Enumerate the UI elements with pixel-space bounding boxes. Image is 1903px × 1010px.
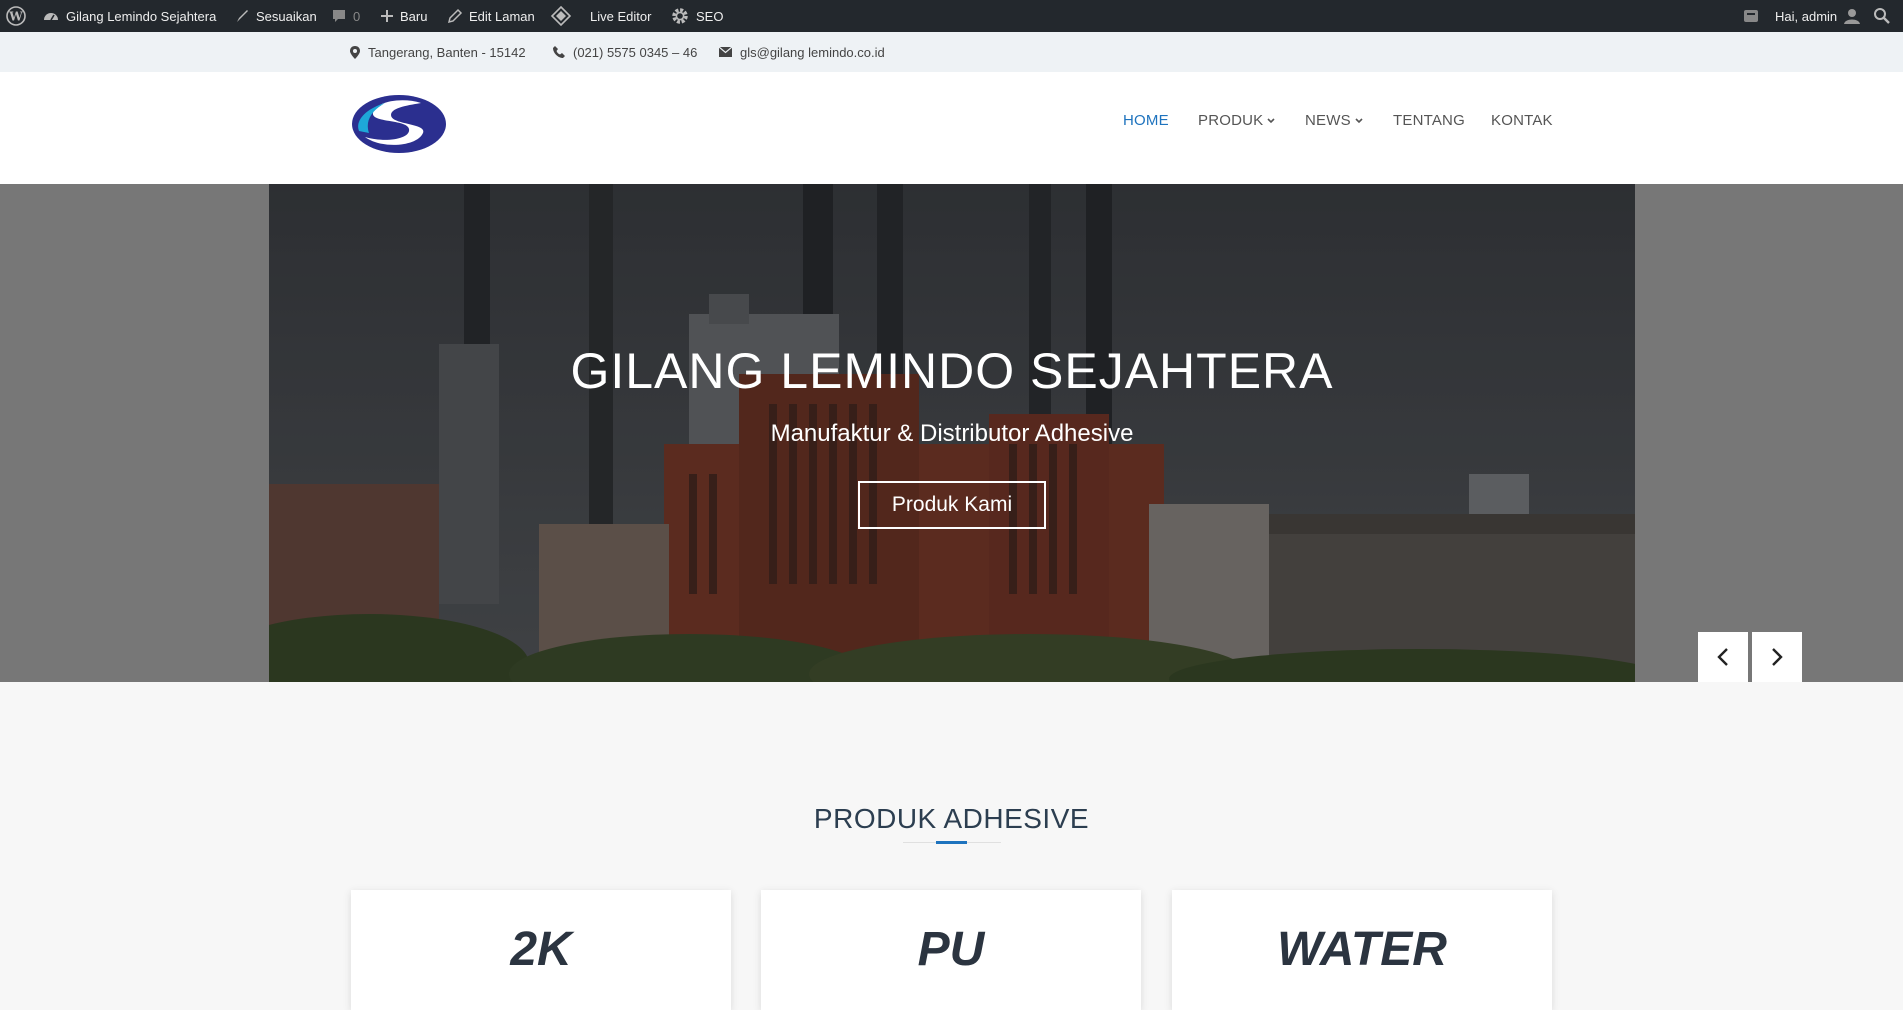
svg-text:W: W: [8, 10, 23, 24]
product-card-pu[interactable]: PU: [761, 890, 1141, 1010]
customize-link[interactable]: Sesuaikan: [234, 0, 317, 32]
contact-info-bar: Tangerang, Banten - 15142 (021) 5575 034…: [0, 32, 1903, 72]
notification-icon[interactable]: [1743, 0, 1759, 32]
location-info: Tangerang, Banten - 15142: [350, 32, 526, 72]
nav-kontak[interactable]: KONTAK: [1491, 112, 1553, 129]
phone-icon: [553, 46, 565, 58]
product-card-title: WATER: [1277, 923, 1447, 976]
live-editor-label: Live Editor: [590, 8, 652, 24]
product-card-2k[interactable]: 2K: [351, 890, 731, 1010]
hero-title: GILANG LEMINDO SEJAHTERA: [570, 343, 1334, 399]
company-logo[interactable]: [351, 93, 447, 155]
search-icon[interactable]: [1873, 0, 1891, 32]
edit-page-label: Edit Laman: [469, 8, 535, 24]
brush-icon: [237, 10, 248, 22]
title-divider-accent: [936, 841, 967, 844]
nav-produk[interactable]: PRODUK: [1198, 112, 1275, 129]
pencil-icon: [447, 8, 463, 24]
comment-icon: [333, 10, 345, 22]
chevron-left-icon: [1717, 648, 1728, 666]
email-info: gls@gilang lemindo.co.id: [719, 32, 885, 72]
nav-home[interactable]: HOME: [1123, 112, 1169, 129]
hero-slider: GILANG LEMINDO SEJAHTERA Manufaktur & Di…: [269, 184, 1635, 682]
nav-news[interactable]: NEWS: [1305, 112, 1363, 129]
admin-bar: W Gilang Lemindo Sejahtera Sesuaikan 0 B…: [0, 0, 1903, 32]
diamond-icon: [550, 6, 572, 26]
site-header: HOME PRODUK NEWS TENTANG KONTAK: [0, 72, 1903, 184]
chevron-down-icon: [1267, 117, 1275, 123]
envelope-icon: [719, 47, 732, 57]
nav-tentang-label: TENTANG: [1393, 112, 1465, 129]
gear-icon: [672, 8, 688, 24]
nav-news-label: NEWS: [1305, 112, 1351, 129]
comments-count: 0: [353, 8, 361, 24]
product-card-title: 2K: [510, 923, 572, 976]
dashboard-icon: [44, 13, 58, 21]
new-content-link[interactable]: Baru: [380, 0, 427, 32]
slider-prev-button[interactable]: [1698, 632, 1748, 682]
live-editor-link[interactable]: Live Editor: [550, 0, 651, 32]
account-menu[interactable]: Hai, admin: [1775, 0, 1861, 32]
customize-label: Sesuaikan: [256, 8, 317, 24]
nav-home-label: HOME: [1123, 112, 1169, 129]
seo-link[interactable]: SEO: [670, 0, 723, 32]
new-label: Baru: [400, 8, 428, 24]
chevron-down-icon: [1355, 117, 1363, 123]
location-text: Tangerang, Banten - 15142: [368, 44, 526, 60]
email-text: gls@gilang lemindo.co.id: [740, 44, 885, 60]
admin-site-link[interactable]: Gilang Lemindo Sejahtera: [42, 0, 216, 32]
phone-info: (021) 5575 0345 – 46: [553, 32, 697, 72]
nav-produk-label: PRODUK: [1198, 112, 1264, 129]
greeting-label: Hai, admin: [1775, 8, 1838, 24]
comments-link[interactable]: 0: [331, 0, 360, 32]
slider-next-button[interactable]: [1752, 632, 1802, 682]
product-card-water[interactable]: WATER: [1172, 890, 1552, 1010]
products-section-title: PRODUK ADHESIVE: [813, 803, 1090, 834]
edit-page-link[interactable]: Edit Laman: [447, 0, 535, 32]
site-name-label: Gilang Lemindo Sejahtera: [66, 8, 217, 24]
nav-tentang[interactable]: TENTANG: [1393, 112, 1465, 129]
chevron-right-icon: [1772, 648, 1783, 666]
hero-subtitle: Manufaktur & Distributor Adhesive: [770, 420, 1134, 447]
product-card-title: PU: [917, 923, 985, 976]
user-avatar-icon: [1844, 9, 1861, 24]
seo-label: SEO: [696, 8, 724, 24]
nav-kontak-label: KONTAK: [1491, 112, 1553, 129]
plus-icon: [381, 10, 393, 22]
wordpress-logo-icon[interactable]: W: [6, 0, 26, 32]
map-marker-icon: [350, 45, 360, 59]
phone-text: (021) 5575 0345 – 46: [573, 44, 698, 60]
produk-kami-button[interactable]: Produk Kami: [858, 481, 1046, 529]
